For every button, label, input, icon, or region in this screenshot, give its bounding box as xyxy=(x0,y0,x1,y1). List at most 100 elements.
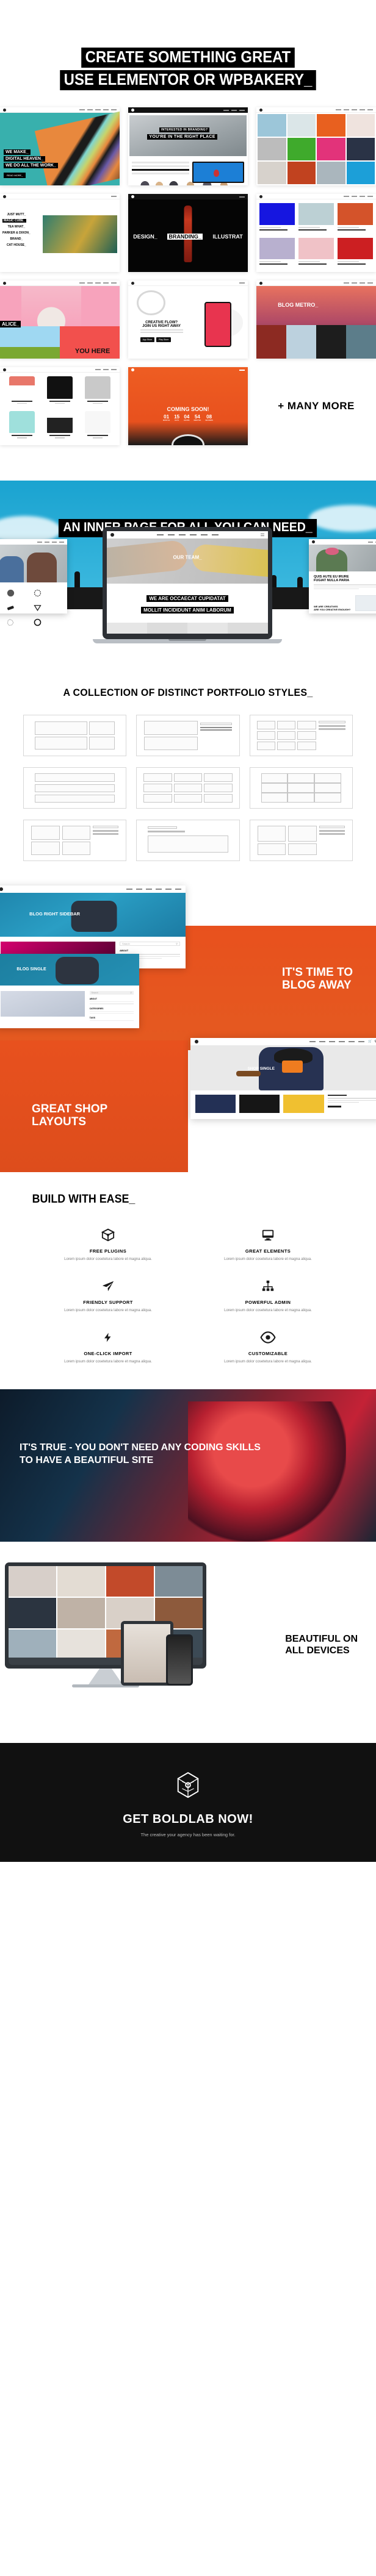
accordion-item[interactable] xyxy=(132,172,190,174)
project-link-active[interactable]: MAGIC CUBE_ xyxy=(2,218,27,223)
panel-title-2: FUGIAT NULLA PARIA xyxy=(314,579,350,583)
wire-box xyxy=(148,835,228,853)
project-link[interactable]: BRAND_ xyxy=(2,237,31,241)
portfolio-item[interactable] xyxy=(298,237,334,269)
accordion-item[interactable] xyxy=(132,165,190,167)
demo-thumb-photo-grid[interactable] xyxy=(256,107,376,186)
site-logo-icon xyxy=(131,368,134,372)
portfolio-style-text-above-wide[interactable] xyxy=(136,820,240,862)
blog-single-caption: BLOG SINGLE xyxy=(16,967,46,972)
circle-outline-icon xyxy=(34,618,41,626)
post-card[interactable] xyxy=(256,325,286,359)
cart-icon[interactable]: 🛒 xyxy=(368,1040,372,1043)
poster-graphic xyxy=(34,110,120,186)
appstore-badge[interactable]: App Store xyxy=(140,337,155,342)
demo-thumb-app-landing[interactable]: CREATIVE FLOW? JOIN US RIGHT AWAY App St… xyxy=(128,281,248,359)
team-member[interactable] xyxy=(147,623,187,634)
portfolio-item[interactable] xyxy=(298,203,334,234)
portfolio-item[interactable] xyxy=(259,237,295,269)
product-card[interactable] xyxy=(81,410,115,442)
portfolio-item[interactable] xyxy=(338,237,373,269)
countdown: 01 MONTHS 15 DAYS 04 HOURS 54 MINUTES 08 SECO… xyxy=(128,414,248,421)
wire-box xyxy=(288,843,317,856)
demo-thumb-project-list[interactable]: JUST MUTT_ MAGIC CUBE_ TEA WHAT_ PARKER … xyxy=(0,194,120,273)
accordion-item-active[interactable] xyxy=(132,168,190,171)
playstore-badge[interactable]: Play Store xyxy=(156,337,172,342)
search-icon[interactable]: ⚲ xyxy=(176,942,178,945)
accordion-item[interactable] xyxy=(132,161,190,163)
thumb-body: CREATIVE FLOW? JOIN US RIGHT AWAY App St… xyxy=(128,286,248,359)
thumb-nav xyxy=(79,282,117,284)
inner-page-screenshot-left[interactable] xyxy=(0,539,67,626)
grid-cell xyxy=(346,114,375,137)
demo-thumb-agency-teal[interactable]: WE MAKE_ DIGITAL HEAVEN_ WE DO ALL THE W… xyxy=(0,107,120,186)
project-link[interactable]: CAT HOUSE_ xyxy=(2,243,31,247)
mini-topbar xyxy=(0,886,186,893)
portfolio-style-two-column-with-text[interactable] xyxy=(23,820,127,862)
inner-page-screenshot-right[interactable]: QUIS AUTE EU IRURE FUGIAT NULLA PARIA WE… xyxy=(309,539,376,614)
thumb-topbar xyxy=(128,367,248,373)
wire-box xyxy=(287,783,315,793)
wire-box xyxy=(35,736,87,750)
portfolio-item[interactable] xyxy=(259,203,295,234)
laptop-mockup[interactable]: OUR TEAM_ WE ARE OCCAECAT CUPIDATAT MOLL… xyxy=(93,527,282,644)
product-thumb[interactable] xyxy=(283,1095,324,1114)
product-name xyxy=(12,435,32,437)
portfolio-style-three-column-grid[interactable] xyxy=(249,715,353,757)
team-member[interactable] xyxy=(187,623,228,634)
post-card[interactable] xyxy=(316,325,346,359)
portfolio-style-two-column-captioned[interactable] xyxy=(249,820,353,862)
hamburger-icon[interactable] xyxy=(261,534,264,537)
project-link[interactable]: JUST MUTT_ xyxy=(2,213,31,216)
portfolio-style-large-left-with-text[interactable] xyxy=(136,715,240,757)
portfolio-style-seamless-grid[interactable] xyxy=(249,767,353,809)
search-icon[interactable]: ⚲ xyxy=(130,992,132,994)
hero-caption: OUR TEAM_ xyxy=(173,554,202,560)
product-thumb[interactable] xyxy=(239,1095,280,1114)
product-card[interactable] xyxy=(81,376,115,407)
blog-away-line-1: IT'S TIME TO xyxy=(281,966,353,979)
product-card[interactable] xyxy=(5,376,39,407)
demo-thumb-coming-soon[interactable]: COMING SOON! 01 MONTHS 15 DAYS 04 HOURS 54 M… xyxy=(128,367,248,446)
countdown-value: 01 xyxy=(164,414,170,420)
demo-thumb-dark-branding[interactable]: DESIGN_ BRANDING_ ILLUSTRAT xyxy=(128,194,248,273)
blog-away-line-2: BLOG AWAY xyxy=(281,979,352,992)
portfolio-style-stacked-full-width[interactable] xyxy=(23,767,127,809)
portfolio-style-three-column-tall[interactable] xyxy=(136,767,240,809)
post-card[interactable] xyxy=(346,325,376,359)
project-link[interactable]: PARKER & DIXON_ xyxy=(2,231,31,235)
phone-mockup[interactable] xyxy=(166,1634,193,1686)
portrait-photo xyxy=(188,1401,346,1542)
portfolio-style-masonry-two-up[interactable] xyxy=(23,715,127,757)
demo-thumb-branding-office[interactable]: INTERESTED IN BRANDING? YOU'RE IN THE RI… xyxy=(128,107,248,186)
portfolio-item[interactable] xyxy=(338,203,373,234)
blog-single-screenshot[interactable]: BLOG SINGLE Search ⚲ ABOUT CATEGORIES TA… xyxy=(0,954,139,1029)
product-card[interactable] xyxy=(43,376,77,407)
product-card[interactable] xyxy=(43,410,77,442)
shop-single-screenshot[interactable]: 🛒 ⚲ SHOP SINGLE xyxy=(190,1038,376,1120)
feature-title: FRIENDLY SUPPORT xyxy=(83,1300,133,1306)
wire-box xyxy=(314,783,341,793)
item-caption xyxy=(259,261,281,263)
demo-thumb-portfolio-captions[interactable] xyxy=(256,194,376,273)
team-member[interactable] xyxy=(107,623,147,634)
countdown-label: DAYS xyxy=(175,420,179,422)
demo-thumb-pink-alice[interactable]: ALICE_ YOU HERE xyxy=(0,281,120,359)
caption-line: WE DO ALL THE WORK_ xyxy=(4,163,58,169)
product-card[interactable] xyxy=(5,410,39,442)
demo-thumb-shop-grid[interactable] xyxy=(0,367,120,446)
item-title xyxy=(338,263,366,265)
search-box[interactable]: Search ⚲ xyxy=(120,942,180,946)
demo-thumb-blog-metro[interactable]: BLOG METRO_ xyxy=(256,281,376,359)
item-caption xyxy=(259,226,281,228)
item-image xyxy=(298,203,334,225)
search-box[interactable]: Search ⚲ xyxy=(89,991,134,995)
feature-title: POWERFUL ADMIN xyxy=(245,1300,291,1306)
project-link[interactable]: TEA WHAT_ xyxy=(2,225,31,229)
feature-description: Lorem ipsum dolor cosetetura labore et m… xyxy=(64,1258,152,1262)
team-member[interactable] xyxy=(228,623,268,634)
read-more-button[interactable]: READ MORE_ xyxy=(4,173,26,179)
product-thumb[interactable] xyxy=(195,1095,236,1114)
post-card[interactable] xyxy=(286,325,316,359)
build-heading: BUILD WITH EASE_ xyxy=(32,1193,136,1206)
